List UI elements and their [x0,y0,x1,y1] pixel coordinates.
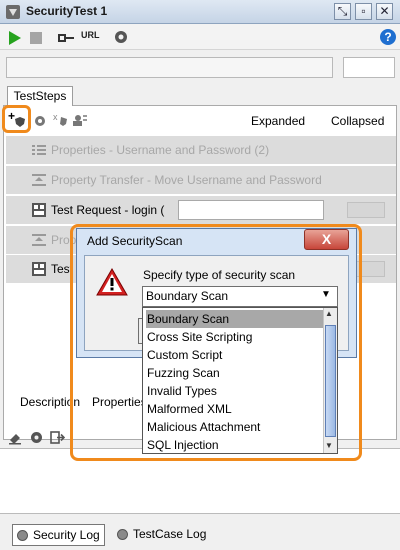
tab-label: Security Log [33,528,100,542]
request-scan-field[interactable] [178,200,324,220]
transfer-step-icon [32,234,46,246]
transfer-step-icon [32,174,46,186]
gear-icon[interactable] [33,114,47,128]
svg-text:x: x [53,112,58,122]
request-step-icon [32,203,46,217]
expanded-toggle[interactable]: Expanded [251,114,305,128]
window-title: SecurityTest 1 [26,4,108,18]
step-label: Property Transfer - Move Username and Pa… [51,173,322,187]
gear-icon[interactable] [29,430,44,445]
tab-security-log[interactable]: Security Log [12,524,105,546]
tab-label: TestCase Log [133,527,207,541]
endpoint-field[interactable] [6,57,333,78]
stop-icon[interactable] [27,29,45,47]
dialog-highlight-frame [70,224,362,461]
maximize-icon[interactable]: ▫ [355,3,372,20]
request-step-icon [32,262,46,276]
eraser-icon[interactable] [8,431,22,445]
svg-text:?: ? [384,30,391,44]
status-dot-icon [117,529,128,540]
shield-icon [15,117,25,127]
export-icon[interactable] [50,430,65,445]
gear-icon[interactable] [112,28,130,46]
tab-testcase-log[interactable]: TestCase Log [113,524,209,546]
collapsed-toggle[interactable]: Collapsed [331,114,384,128]
secondary-field[interactable] [343,57,395,78]
step-label: Properties - Username and Password (2) [51,143,270,157]
restore-icon[interactable]: ⤡ [334,3,351,20]
key-icon[interactable] [57,29,75,47]
run-icon[interactable] [6,29,24,47]
help-icon[interactable]: ? [379,28,397,46]
remove-scan-icon[interactable]: x [53,112,69,128]
status-dot-icon [17,530,28,541]
properties-step-icon [32,145,46,155]
step-label: Test Request - login ( [51,203,165,217]
scan-config-icon[interactable] [72,112,88,128]
step-row-property-transfer[interactable]: Property Transfer - Move Username and Pa… [6,166,396,195]
step-row-properties[interactable]: Properties - Username and Password (2) [6,136,396,165]
request-scan-status [347,202,385,218]
close-window-icon[interactable]: ✕ [376,3,393,20]
soapui-logo-icon [6,5,20,19]
add-securityscan-button[interactable]: + [2,105,31,133]
tab-teststeps[interactable]: TestSteps [7,86,73,106]
url-button[interactable]: URL [81,30,100,40]
